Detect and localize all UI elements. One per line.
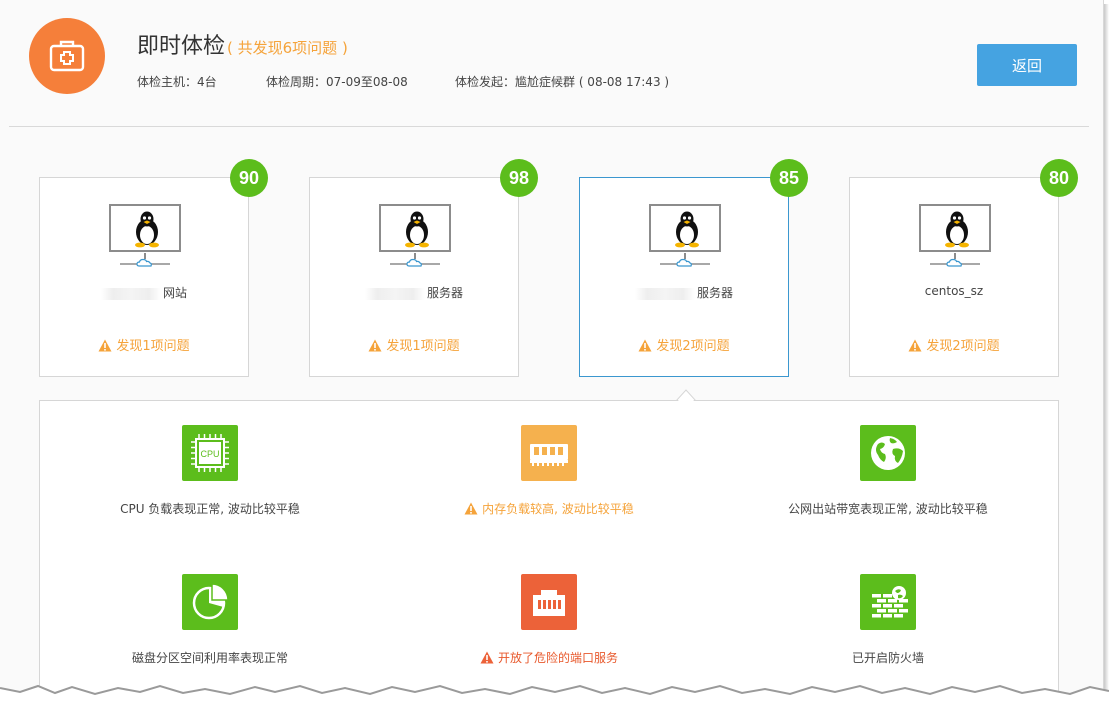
panel-pointer-cover (677, 392, 695, 402)
danger-icon (480, 651, 494, 664)
host-issue-count[interactable]: 发现1项问题 (40, 335, 248, 354)
check-result-text: 已开启防火墙 (851, 651, 924, 665)
host-issue-count[interactable]: 发现2项问题 (580, 335, 788, 354)
host-issue-text: 发现2项问题 (656, 339, 730, 354)
check-result-text: CPU 负载表现正常, 波动比较平稳 (120, 502, 300, 516)
host-name: 服务器 (310, 284, 518, 301)
host-card[interactable]: 服务器发现1项问题 (309, 177, 519, 377)
host-name: 网站 (40, 284, 248, 301)
health-score-badge: 90 (230, 159, 268, 197)
host-issue-count[interactable]: 发现1项问题 (310, 335, 518, 354)
host-count: 体检主机：4台 (137, 75, 217, 89)
pie-chart-icon (182, 574, 238, 630)
host-name-text: 服务器 (696, 286, 733, 300)
warning-icon (638, 339, 652, 352)
host-name: 服务器 (580, 284, 788, 301)
warning-icon (368, 339, 382, 352)
host-card[interactable]: 服务器发现2项问题 (579, 177, 789, 377)
issue-summary: ( 共发现6项问题 ) (227, 39, 348, 57)
health-score-badge: 98 (500, 159, 538, 197)
network-cloud-icon (660, 258, 710, 267)
cpu-icon-label: CPU (200, 449, 219, 459)
redacted-name (364, 287, 425, 300)
check-result-text: 磁盘分区空间利用率表现正常 (131, 651, 288, 665)
warning-icon (98, 339, 112, 352)
monitor-icon (379, 204, 451, 252)
redacted-name (100, 287, 161, 300)
check-result-label: 内存负载较高, 波动比较平稳 (389, 500, 709, 517)
firewall-icon (860, 574, 916, 630)
title-text: 即时体检 (137, 34, 226, 59)
port-icon (521, 574, 577, 630)
monitor-icon (649, 204, 721, 252)
medical-kit-icon (49, 40, 85, 72)
linux-penguin-icon (675, 211, 699, 248)
linux-penguin-icon (945, 211, 969, 248)
host-issue-count[interactable]: 发现2项问题 (850, 335, 1058, 354)
check-result-label: 磁盘分区空间利用率表现正常 (50, 649, 370, 666)
back-button[interactable]: 返回 (977, 44, 1077, 86)
header-divider (9, 126, 1089, 127)
health-score-badge: 85 (770, 159, 808, 197)
window-shadow (1104, 4, 1109, 704)
linux-penguin-icon (405, 211, 429, 248)
host-issue-text: 发现2项问题 (926, 339, 1000, 354)
monitor-icon (109, 204, 181, 252)
check-result-label: 开放了危险的端口服务 (389, 649, 709, 666)
host-issue-text: 发现1项问题 (386, 339, 460, 354)
host-name-text: 服务器 (426, 286, 463, 300)
warning-icon (908, 339, 922, 352)
torn-edge (0, 684, 1109, 712)
redacted-name (634, 287, 695, 300)
page-title: 即时体检( 共发现6项问题 ) (137, 28, 348, 60)
check-period: 体检周期：07-09至08-08 (266, 75, 408, 89)
check-result-label: 已开启防火墙 (728, 649, 1048, 666)
network-cloud-icon (930, 258, 980, 267)
check-initiator: 体检发起：尴尬症候群 ( 08-08 17:43 ) (455, 75, 670, 89)
check-result-text: 开放了危险的端口服务 (497, 651, 618, 665)
medical-kit-logo (29, 18, 105, 94)
check-result-text: 公网出站带宽表现正常, 波动比较平稳 (788, 502, 988, 516)
warning-icon (464, 502, 478, 515)
host-card[interactable]: 网站发现1项问题 (39, 177, 249, 377)
host-name-text: 网站 (162, 286, 187, 300)
network-cloud-icon (120, 258, 170, 267)
host-name-text: centos_sz (924, 284, 984, 298)
host-issue-text: 发现1项问题 (116, 339, 190, 354)
network-cloud-icon (390, 258, 440, 267)
linux-penguin-icon (135, 211, 159, 248)
check-result-label: 公网出站带宽表现正常, 波动比较平稳 (728, 500, 1048, 517)
health-score-badge: 80 (1040, 159, 1078, 197)
host-name: centos_sz (850, 284, 1058, 298)
check-result-label: CPU 负载表现正常, 波动比较平稳 (50, 500, 370, 517)
memory-icon (521, 425, 577, 481)
monitor-icon (919, 204, 991, 252)
check-result-text: 内存负载较高, 波动比较平稳 (482, 502, 634, 516)
cpu-icon: CPU (182, 425, 238, 481)
host-card[interactable]: centos_sz 发现2项问题 (849, 177, 1059, 377)
globe-icon (860, 425, 916, 481)
